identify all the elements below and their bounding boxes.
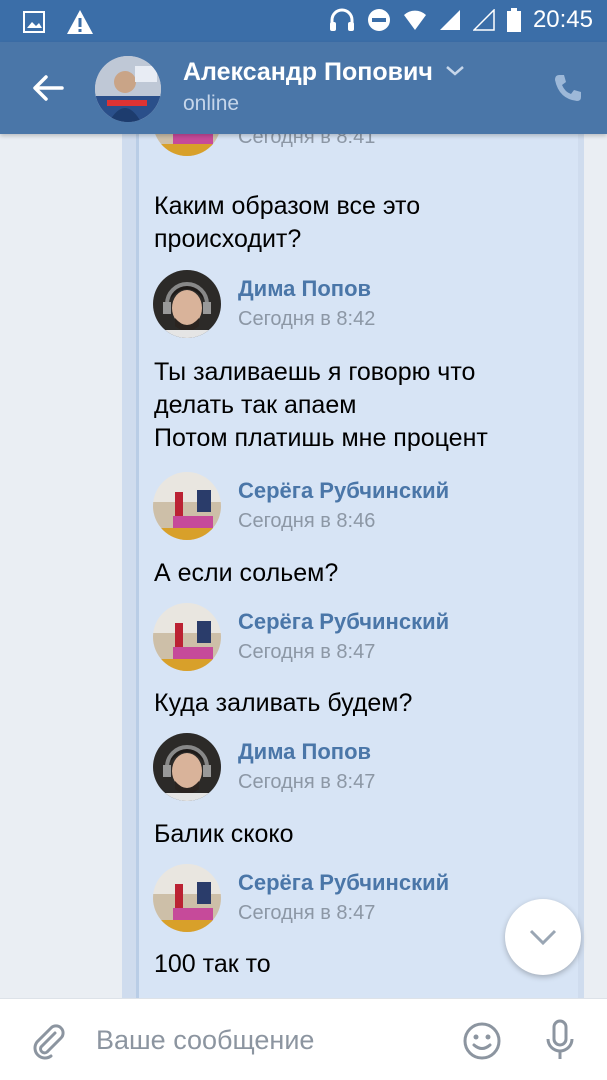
peer-name[interactable]: Александр Попович	[183, 58, 433, 87]
phone-icon[interactable]	[552, 72, 584, 104]
message-date: Сегодня в 8:46	[238, 510, 376, 532]
peer-avatar[interactable]	[95, 56, 161, 122]
message-text: Куда заливать будем?	[154, 689, 413, 717]
message-text: Балик скоко	[154, 820, 294, 848]
dnd-icon	[367, 9, 390, 31]
paperclip-icon[interactable]	[28, 1021, 68, 1061]
sender-avatar[interactable]	[153, 472, 221, 540]
signal-empty-icon	[472, 9, 495, 31]
message-input[interactable]: Ваше сообщение	[96, 1025, 314, 1056]
chat-header: Александр Попович online	[0, 42, 607, 134]
warning-icon	[67, 10, 93, 34]
back-arrow-icon[interactable]	[30, 70, 66, 106]
signal-icon	[439, 10, 460, 30]
sender-avatar[interactable]	[153, 733, 221, 801]
emoji-icon[interactable]	[462, 1021, 502, 1061]
message-date: Сегодня в 8:47	[238, 771, 376, 793]
scroll-to-bottom-button[interactable]	[505, 899, 581, 975]
sender-name[interactable]: Дима Попов	[238, 739, 371, 765]
message-list[interactable]: Сегодня в 8:41 Каким образом все это про…	[0, 134, 607, 998]
gallery-notification-icon	[23, 11, 45, 33]
sender-name[interactable]: Серёга Рубчинский	[238, 870, 449, 896]
message-text: Каким образом все это происходит?	[154, 192, 421, 253]
sender-avatar[interactable]	[153, 603, 221, 671]
message-date: Сегодня в 8:47	[238, 902, 376, 924]
message-date: Сегодня в 8:42	[238, 308, 376, 330]
sender-name[interactable]: Серёга Рубчинский	[238, 609, 449, 635]
sender-avatar[interactable]	[153, 864, 221, 932]
sender-name[interactable]: Дима Попов	[238, 276, 371, 302]
message-text: Ты заливаешь я говорю что делать так апа…	[154, 358, 488, 452]
chevron-down-icon[interactable]	[444, 64, 466, 78]
message-text: А если сольем?	[154, 559, 339, 587]
message-date: Сегодня в 8:41	[238, 134, 376, 148]
peer-status: online	[183, 92, 240, 115]
sender-avatar[interactable]	[153, 270, 221, 338]
status-bar: 20:45	[0, 0, 607, 42]
clock: 20:45	[532, 6, 593, 33]
battery-icon	[506, 8, 521, 32]
wifi-icon	[403, 10, 426, 30]
headset-icon	[329, 8, 354, 31]
sender-name[interactable]: Серёга Рубчинский	[238, 478, 449, 504]
microphone-icon[interactable]	[544, 1019, 576, 1061]
message-date: Сегодня в 8:47	[238, 641, 376, 663]
message-composer: Ваше сообщение	[0, 998, 607, 1080]
chevron-down-icon	[529, 929, 557, 946]
